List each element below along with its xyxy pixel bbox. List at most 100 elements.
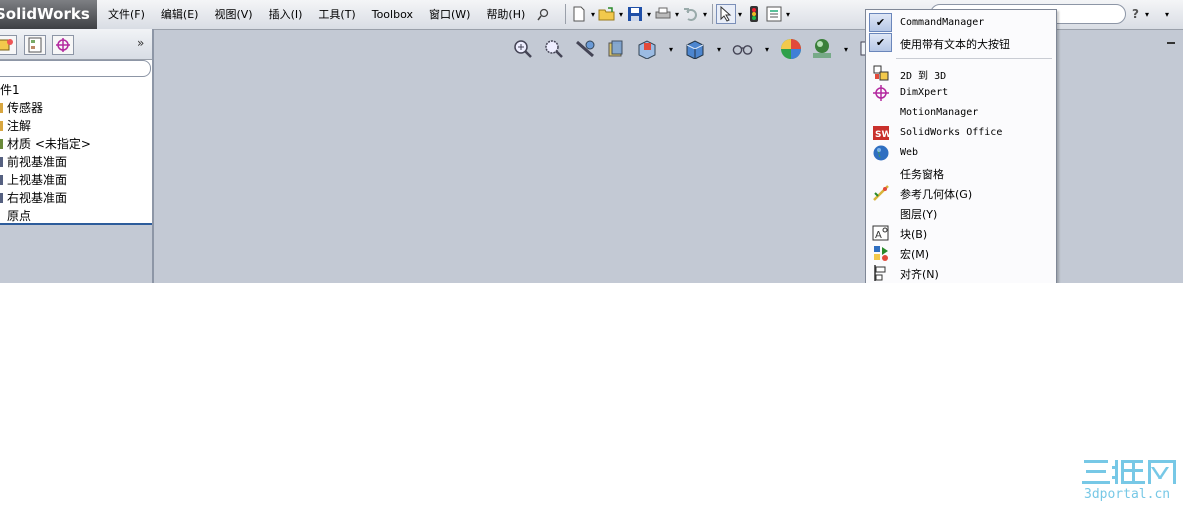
chevron-down-icon[interactable]: ▾	[589, 10, 597, 19]
plane-icon	[0, 175, 3, 185]
menu-item-commandmanager[interactable]: ✔ CommandManager	[866, 13, 1056, 33]
display-style-icon[interactable]	[684, 38, 706, 60]
menu-item-layers[interactable]: 图层(Y)	[866, 203, 1056, 223]
menu-item-web[interactable]: Web	[866, 143, 1056, 163]
tree-item-right-plane[interactable]: 右视基准面	[0, 189, 152, 207]
menu-item-label: 参考几何体(G)	[900, 188, 973, 201]
chevron-down-icon[interactable]: ▾	[667, 38, 675, 60]
chevron-down-icon[interactable]: ▾	[736, 10, 744, 19]
chevron-down-icon[interactable]: ▾	[763, 38, 771, 60]
property-manager-icon[interactable]	[24, 35, 46, 55]
tree-item-front-plane[interactable]: 前视基准面	[0, 153, 152, 171]
menu-item-blocks[interactable]: A 块(B)	[866, 223, 1056, 243]
panel-lower-area	[0, 225, 152, 283]
section-view-icon[interactable]	[605, 38, 627, 60]
chevron-down-icon[interactable]: ▾	[645, 10, 653, 19]
new-document-icon[interactable]	[569, 4, 589, 24]
menu-item-macro[interactable]: 宏(M)	[866, 243, 1056, 263]
menu-window[interactable]: 窗口(W)	[421, 0, 478, 29]
feature-manager-panel: » 件1 传感器 注解 材质 <未指定> 前视基准面 上视基准面 右视基准面 原…	[0, 29, 154, 283]
toolbar-separator	[565, 4, 566, 24]
menu-item-align[interactable]: 对齐(N)	[866, 263, 1056, 283]
tree-item-label: 上视基准面	[7, 173, 68, 187]
menu-item-label: 任务窗格	[900, 168, 944, 181]
menu-help[interactable]: 帮助(H)	[478, 0, 533, 29]
edit-appearance-icon[interactable]	[780, 38, 802, 60]
menu-item-label: CommandManager	[900, 17, 985, 28]
chevron-down-icon[interactable]: ▾	[842, 38, 850, 60]
minimize-icon[interactable]	[1167, 42, 1175, 44]
menu-item-dimxpert[interactable]: DimXpert	[866, 83, 1056, 103]
reference-geometry-icon	[870, 184, 892, 202]
sensor-icon	[0, 103, 3, 113]
menu-item-large-buttons-with-text[interactable]: ✔ 使用带有文本的大按钮	[866, 33, 1056, 53]
hide-show-items-icon[interactable]	[732, 38, 754, 60]
menu-item-2d-to-3d[interactable]: 2D 到 3D	[866, 63, 1056, 83]
help-icon[interactable]: ?	[1132, 7, 1139, 21]
chevron-down-icon[interactable]: ▾	[1163, 10, 1171, 19]
menu-file[interactable]: 文件(F)	[100, 0, 153, 29]
annotation-icon	[0, 121, 3, 131]
pin-icon[interactable]	[533, 5, 553, 25]
feature-manager-icon[interactable]	[0, 35, 17, 55]
menu-item-task-pane[interactable]: 任务窗格	[866, 163, 1056, 183]
panel-tabs: »	[0, 29, 152, 60]
tree-item-top-plane[interactable]: 上视基准面	[0, 171, 152, 189]
tree-item-part[interactable]: 件1	[0, 81, 152, 99]
menu-tools[interactable]: 工具(T)	[310, 0, 363, 29]
save-icon[interactable]	[625, 4, 645, 24]
feature-tree: 件1 传感器 注解 材质 <未指定> 前视基准面 上视基准面 右视基准面 原点	[0, 81, 152, 225]
align-icon	[870, 264, 892, 282]
apply-scene-icon[interactable]	[811, 38, 833, 60]
menu-item-solidworks-office[interactable]: SW SolidWorks Office	[866, 123, 1056, 143]
tree-item-label: 注解	[7, 119, 32, 133]
main-menu: 文件(F) 编辑(E) 视图(V) 插入(I) 工具(T) Toolbox 窗口…	[100, 0, 553, 29]
chevron-down-icon[interactable]: ▾	[701, 10, 709, 19]
check-icon: ✔	[869, 13, 892, 32]
watermark-logo	[1082, 460, 1176, 484]
macro-icon	[870, 244, 892, 262]
zoom-to-area-icon[interactable]	[543, 38, 565, 60]
dimxpert-icon	[870, 84, 892, 102]
chevron-down-icon[interactable]: ▾	[1143, 10, 1151, 19]
menu-item-label: Web	[900, 147, 919, 158]
chevron-down-icon[interactable]: ▾	[784, 10, 792, 19]
solidworks-logo[interactable]: SolidWorks	[0, 0, 97, 29]
menu-item-label: 图层(Y)	[900, 208, 938, 221]
svg-text:SW: SW	[875, 130, 890, 140]
tree-item-sensors[interactable]: 传感器	[0, 99, 152, 117]
menu-insert[interactable]: 插入(I)	[261, 0, 311, 29]
menu-item-label: DimXpert	[900, 87, 949, 98]
material-icon	[0, 139, 3, 149]
previous-view-icon[interactable]	[574, 38, 596, 60]
menu-edit[interactable]: 编辑(E)	[153, 0, 207, 29]
menu-item-label: MotionManager	[900, 107, 979, 118]
chevron-down-icon[interactable]: ▾	[617, 10, 625, 19]
rebuild-icon[interactable]	[744, 4, 764, 24]
print-icon[interactable]	[653, 4, 673, 24]
solidworks-office-icon: SW	[870, 124, 892, 142]
select-icon[interactable]	[716, 4, 736, 24]
tree-item-material[interactable]: 材质 <未指定>	[0, 135, 152, 153]
chevron-down-icon[interactable]: ▾	[715, 38, 723, 60]
menu-item-motionmanager[interactable]: MotionManager	[866, 103, 1056, 123]
tree-item-annotations[interactable]: 注解	[0, 117, 152, 135]
open-icon[interactable]	[597, 4, 617, 24]
zoom-to-fit-icon[interactable]	[512, 38, 534, 60]
plane-icon	[0, 157, 3, 167]
chevron-down-icon[interactable]: ▾	[673, 10, 681, 19]
menu-item-reference-geometry[interactable]: 参考几何体(G)	[866, 183, 1056, 203]
standard-toolbar: ▾ ▾ ▾ ▾ ▾ ▾ ▾	[562, 4, 792, 24]
menu-toolbox[interactable]: Toolbox	[364, 0, 421, 29]
svg-text:A: A	[875, 230, 882, 241]
menu-item-label: 块(B)	[900, 228, 928, 241]
options-icon[interactable]	[764, 4, 784, 24]
tree-filter-input[interactable]	[0, 60, 151, 77]
toolbar-separator	[712, 4, 713, 24]
2d-to-3d-icon	[870, 64, 892, 82]
view-orientation-icon[interactable]	[636, 38, 658, 60]
undo-icon[interactable]	[681, 4, 701, 24]
expand-panel-icon[interactable]: »	[137, 36, 144, 50]
menu-view[interactable]: 视图(V)	[206, 0, 260, 29]
dimxpert-manager-icon[interactable]	[52, 35, 74, 55]
